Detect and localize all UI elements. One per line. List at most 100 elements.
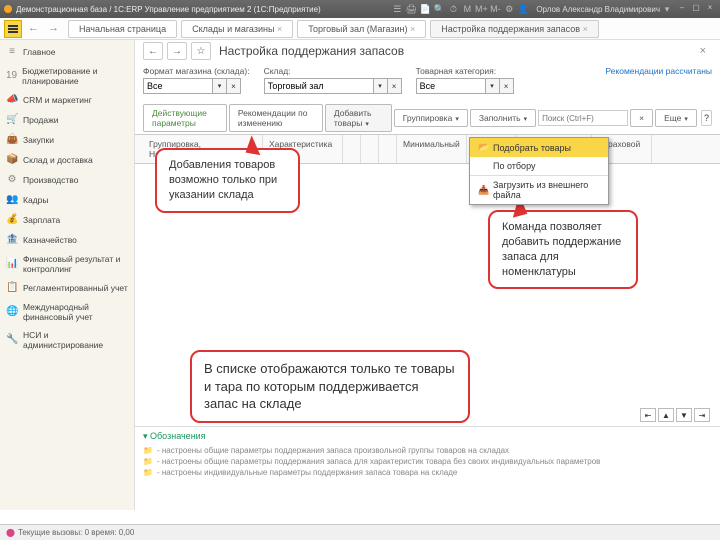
- nav-up[interactable]: ▲: [658, 408, 674, 422]
- btn-more[interactable]: Еще▾: [655, 109, 697, 127]
- tb-icon-1[interactable]: ☰: [391, 3, 403, 15]
- f2-clr[interactable]: ×: [388, 78, 402, 94]
- legend-3: - настроены индивидуальные параметры под…: [143, 467, 712, 478]
- f3-label: Товарная категория:: [416, 66, 514, 76]
- sidebar-item-11[interactable]: 📋Регламентированный учет: [0, 278, 134, 298]
- add-goods-dropdown: 📂Подобрать товары По отбору 📥Загрузить и…: [469, 137, 609, 205]
- sidebar-item-13[interactable]: 🔧НСИ и администрирование: [0, 326, 134, 354]
- tb-m[interactable]: M: [461, 3, 473, 15]
- th-2[interactable]: [343, 135, 361, 163]
- tab-1[interactable]: Склады и магазины ×: [181, 20, 293, 38]
- sidebar-label: Закупки: [23, 135, 54, 145]
- btn-fill[interactable]: Заполнить▾: [470, 109, 536, 127]
- sidebar-item-3[interactable]: 🛒Продажи: [0, 110, 134, 130]
- sidebar-item-7[interactable]: 👥Кадры: [0, 190, 134, 210]
- tb-m-[interactable]: M-: [489, 3, 501, 15]
- f1-input[interactable]: [143, 78, 213, 94]
- tb-icon-4[interactable]: 🔍: [433, 3, 445, 15]
- legend-title[interactable]: Обозначения: [143, 431, 712, 442]
- fav-btn[interactable]: ☆: [191, 42, 211, 60]
- tab-2[interactable]: Торговый зал (Магазин) ×: [297, 20, 426, 38]
- sidebar-icon: 19: [6, 70, 17, 82]
- back-icon[interactable]: ←: [28, 22, 42, 36]
- sidebar-label: Зарплата: [23, 215, 60, 225]
- search-input[interactable]: [538, 110, 628, 126]
- titlebar: Демонстрационная база / 1С:ERP Управлени…: [0, 0, 720, 18]
- tab-home[interactable]: Начальная страница: [68, 20, 177, 38]
- tb-icon-2[interactable]: 🖨: [405, 3, 417, 15]
- sidebar-label: Казначейство: [23, 235, 77, 245]
- close-page[interactable]: ×: [700, 45, 712, 57]
- dd-filter[interactable]: По отбору: [470, 157, 608, 175]
- th-4[interactable]: [379, 135, 397, 163]
- sidebar-item-4[interactable]: 👜Закупки: [0, 130, 134, 150]
- sidebar-label: Бюджетирование и планирование: [22, 66, 128, 86]
- f2-input[interactable]: [264, 78, 374, 94]
- callout-1: Добавления товаров возможно только при у…: [155, 148, 300, 213]
- sidebar-item-2[interactable]: 📣CRM и маркетинг: [0, 90, 134, 110]
- sidebar-item-5[interactable]: 📦Склад и доставка: [0, 150, 134, 170]
- sidebar-item-8[interactable]: 💰Зарплата: [0, 210, 134, 230]
- maximize-btn[interactable]: ▢: [690, 3, 702, 15]
- th-5[interactable]: Минимальный: [397, 135, 467, 163]
- sidebar-item-0[interactable]: ≡Главное: [0, 42, 134, 62]
- hamburger-menu[interactable]: [4, 20, 22, 38]
- nav-first[interactable]: ⇤: [640, 408, 656, 422]
- sidebar-label: Склад и доставка: [23, 155, 93, 165]
- dd-load[interactable]: 📥Загрузить из внешнего файла: [470, 176, 608, 204]
- sidebar-item-6[interactable]: ⚙ Производство: [0, 170, 134, 190]
- f3-drop[interactable]: ▾: [486, 78, 500, 94]
- f1-clr[interactable]: ×: [227, 78, 241, 94]
- tb-m+[interactable]: M+: [475, 3, 487, 15]
- dd-pick[interactable]: 📂Подобрать товары: [470, 138, 608, 157]
- f3-clr[interactable]: ×: [500, 78, 514, 94]
- sidebar-label: Производство: [23, 175, 78, 185]
- help-btn[interactable]: ?: [701, 110, 712, 126]
- btn-active-params[interactable]: Действующие параметры: [143, 104, 227, 132]
- fwd-icon[interactable]: →: [48, 22, 62, 36]
- user-icon: 👤: [517, 3, 529, 15]
- app-icon: [4, 5, 12, 13]
- sidebar-item-12[interactable]: 🌐Международный финансовый учет: [0, 298, 134, 326]
- tb-icon-5[interactable]: ⏱: [447, 3, 459, 15]
- close-btn[interactable]: ×: [704, 3, 716, 15]
- legend-footer: Обозначения - настроены общие параметры …: [135, 426, 720, 482]
- btn-x[interactable]: ×: [630, 109, 653, 127]
- tb-icon-3[interactable]: 📄: [419, 3, 431, 15]
- sidebar-icon: 🏦: [6, 234, 18, 246]
- sidebar-icon: 👥: [6, 194, 18, 206]
- sidebar-item-9[interactable]: 🏦 Казначейство: [0, 230, 134, 250]
- f3-input[interactable]: [416, 78, 486, 94]
- sidebar: ≡Главное 19 Бюджетирование и планирование 📣…: [0, 40, 135, 510]
- sidebar-icon: ⚙: [6, 174, 18, 186]
- nav-last[interactable]: ⇥: [694, 408, 710, 422]
- nav-back[interactable]: ←: [143, 42, 163, 60]
- legend-1: - настроены общие параметры поддержания …: [143, 445, 712, 456]
- f1-drop[interactable]: ▾: [213, 78, 227, 94]
- sidebar-label: CRM и маркетинг: [23, 95, 92, 105]
- nav-fwd[interactable]: →: [167, 42, 187, 60]
- f2-drop[interactable]: ▾: [374, 78, 388, 94]
- legend-2: - настроены общие параметры поддержания …: [143, 456, 712, 467]
- nav-dn[interactable]: ▼: [676, 408, 692, 422]
- sidebar-item-10[interactable]: 📊 Финансовый результат и контроллинг: [0, 250, 134, 278]
- tb-icon-7[interactable]: ▾: [661, 3, 673, 15]
- btn-add-goods[interactable]: Добавить товары▾: [325, 104, 392, 132]
- status-text: Текущие вызовы: 0 время: 0,00: [18, 528, 134, 537]
- main-toolbar: ← → Начальная страница Склады и магазины…: [0, 18, 720, 40]
- minimize-btn[interactable]: –: [676, 3, 688, 15]
- sidebar-label: Финансовый результат и контроллинг: [23, 254, 128, 274]
- btn-recom[interactable]: Рекомендации по изменению: [229, 104, 323, 132]
- th-3[interactable]: [361, 135, 379, 163]
- sidebar-icon: 🛒: [6, 114, 18, 126]
- sidebar-item-1[interactable]: 19 Бюджетирование и планирование: [0, 62, 134, 90]
- sidebar-icon: 📊: [6, 258, 18, 270]
- sidebar-icon: 🌐: [6, 306, 18, 318]
- sidebar-icon: 🔧: [6, 334, 18, 346]
- tb-icon-6[interactable]: ⚙: [503, 3, 515, 15]
- status-bar: ⬤ Текущие вызовы: 0 время: 0,00: [0, 524, 720, 540]
- recom-link[interactable]: Рекомендации рассчитаны: [605, 66, 712, 94]
- tab-3[interactable]: Настройка поддержания запасов ×: [430, 20, 599, 38]
- btn-group[interactable]: Группировка▾: [394, 109, 468, 127]
- sidebar-icon: 📋: [6, 282, 18, 294]
